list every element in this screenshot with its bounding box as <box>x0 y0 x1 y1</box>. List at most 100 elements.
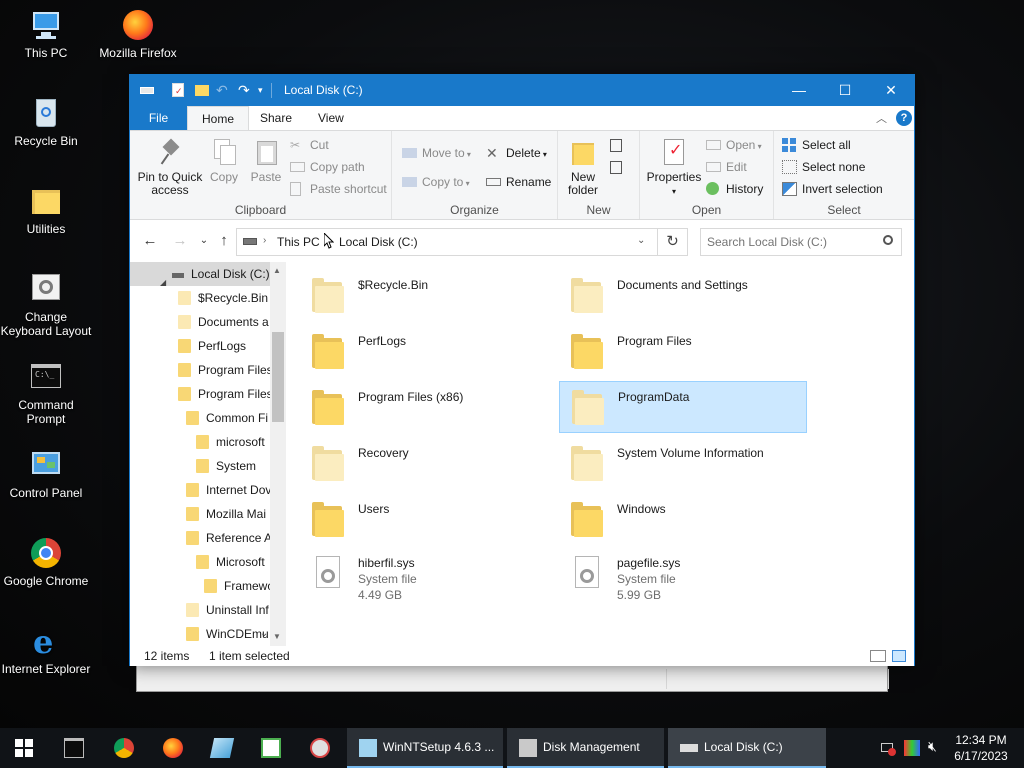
desktop-icon-this-pc[interactable]: This PC <box>0 8 92 60</box>
open-button[interactable]: Open ▾ <box>706 135 762 155</box>
scroll-down-arrow-icon[interactable]: ▼ <box>273 632 281 641</box>
cut-button[interactable]: ✂ Cut <box>290 135 329 155</box>
edit-button[interactable]: Edit <box>706 157 747 177</box>
desktop-icon-command-prompt[interactable]: C:\_ Command Prompt <box>0 360 92 426</box>
new-folder-qat-icon[interactable] <box>194 82 210 98</box>
easy-access-icon[interactable] <box>608 159 630 177</box>
file-tile[interactable]: pagefile.sys System file 5.99 GB <box>559 550 807 602</box>
desktop-icon-label: Google Chrome <box>3 574 89 588</box>
rename-button[interactable]: Rename <box>486 172 551 192</box>
paste-label: Paste <box>250 170 282 184</box>
maximize-button[interactable]: ☐ <box>822 75 868 106</box>
properties-button[interactable]: ✓ Properties ▾ <box>644 137 704 198</box>
taskbar-task[interactable]: WinNTSetup 4.6.3 ... <box>347 728 503 768</box>
file-tile[interactable]: Program Files <box>559 326 807 378</box>
new-folder-button[interactable]: New folder <box>562 137 604 197</box>
nav-scrollbar[interactable]: ▲ ▼ <box>270 262 286 646</box>
clock[interactable]: 12:34 PM 6/17/2023 <box>950 732 1012 764</box>
nav-item-label: Reference A <box>206 531 273 545</box>
folder-icon <box>204 579 217 593</box>
select-none-label: Select none <box>802 160 866 174</box>
history-button[interactable]: History <box>706 179 763 199</box>
minimize-button[interactable]: — <box>776 75 822 106</box>
desktop-icon-google-chrome[interactable]: Google Chrome <box>0 536 92 588</box>
taskbar-command-prompt[interactable] <box>50 728 98 768</box>
search-box[interactable] <box>700 228 902 256</box>
search-input[interactable] <box>707 234 877 250</box>
select-all-icon <box>782 138 797 152</box>
tab-home[interactable]: Home <box>187 106 250 130</box>
paste-shortcut-button[interactable]: Paste shortcut <box>290 179 387 199</box>
file-tile[interactable]: Recovery <box>300 438 548 490</box>
file-tile[interactable]: Windows <box>559 494 807 546</box>
help-icon[interactable]: ? <box>896 110 912 126</box>
taskbar-app-blue[interactable] <box>198 728 246 768</box>
file-tile[interactable]: ProgramData <box>559 381 807 433</box>
paste-shortcut-label: Paste shortcut <box>310 182 387 196</box>
breadcrumb-local-disk[interactable]: Local Disk (C:) <box>339 235 418 249</box>
tab-share[interactable]: Share <box>246 106 306 130</box>
taskbar-task[interactable]: Disk Management <box>507 728 664 768</box>
scroll-down-chevron-icon[interactable]: ⌄ <box>260 622 268 646</box>
address-dropdown-chevron-icon[interactable]: ⌄ <box>637 235 645 246</box>
desktop-icon-change-keyboard-layout[interactable]: Change Keyboard Layout <box>0 272 92 338</box>
nav-scrollbar-thumb[interactable] <box>272 332 284 422</box>
desktop-icon-utilities[interactable]: Utilities <box>0 184 92 236</box>
desktop-icon-firefox[interactable]: Mozilla Firefox <box>92 8 184 60</box>
select-none-button[interactable]: Select none <box>782 157 865 177</box>
properties-qat-icon[interactable]: ✓ <box>170 82 186 98</box>
address-bar[interactable]: › This PC › Local Disk (C:) ⌄ <box>236 228 658 256</box>
taskbar-firefox[interactable] <box>149 728 197 768</box>
volume-muted-icon[interactable]: 🔇︎ <box>928 738 937 755</box>
forward-arrow-icon[interactable]: → <box>170 231 190 251</box>
tiles-view-icon[interactable] <box>892 650 906 662</box>
start-button[interactable] <box>0 728 48 768</box>
new-item-icon[interactable] <box>608 137 630 155</box>
file-tile[interactable]: hiberfil.sys System file 4.49 GB <box>300 550 548 602</box>
select-all-button[interactable]: Select all <box>782 135 851 155</box>
up-arrow-icon[interactable]: ↑ <box>214 231 234 251</box>
tab-file[interactable]: File <box>130 106 187 130</box>
taskbar-app-green[interactable] <box>247 728 295 768</box>
folder-icon <box>178 363 191 377</box>
copy-path-button[interactable]: Copy path <box>290 157 365 177</box>
invert-selection-button[interactable]: Invert selection <box>782 179 883 199</box>
close-button[interactable]: ✕ <box>868 75 914 106</box>
taskbar-app-disk[interactable] <box>296 728 344 768</box>
delete-button[interactable]: ✕ Delete ▾ <box>486 143 547 163</box>
desktop-icon-internet-explorer[interactable]: e Internet Explorer <box>0 624 92 676</box>
paste-button[interactable]: Paste <box>246 137 286 184</box>
desktop-icon-control-panel[interactable]: Control Panel <box>0 448 92 500</box>
file-tile[interactable]: Documents and Settings <box>559 270 807 322</box>
copy-button[interactable]: Copy <box>204 137 244 184</box>
recent-locations-chevron-icon[interactable]: ⌄ <box>194 231 214 251</box>
file-tile[interactable]: Program Files (x86) <box>300 382 548 434</box>
collapse-ribbon-chevron-icon[interactable]: ︿ <box>876 110 887 126</box>
move-to-button[interactable]: Move to ▾ <box>402 143 471 163</box>
tab-view[interactable]: View <box>304 106 358 130</box>
taskbar-chrome[interactable] <box>100 728 148 768</box>
network-error-icon[interactable] <box>880 740 896 756</box>
breadcrumb-this-pc[interactable]: This PC <box>277 235 320 249</box>
desktop-icon-recycle-bin[interactable]: Recycle Bin <box>0 96 92 148</box>
back-arrow-icon[interactable]: ← <box>140 231 160 251</box>
folder-icon <box>178 339 191 353</box>
taskbar-task[interactable]: Local Disk (C:) <box>668 728 826 768</box>
file-tile[interactable]: System Volume Information <box>559 438 807 490</box>
redo-icon[interactable]: ↷ <box>238 82 254 98</box>
refresh-button[interactable]: ↻ <box>658 228 688 256</box>
pin-to-quick-access-button[interactable]: Pin to Quick access <box>136 137 204 197</box>
file-tile[interactable]: PerfLogs <box>300 326 548 378</box>
expand-chevron-icon[interactable]: ◢ <box>160 271 166 295</box>
nav-item-local-disk[interactable]: ◢ Local Disk (C:) <box>130 262 270 287</box>
desktop-icon-label: Control Panel <box>9 486 83 500</box>
copy-label: Copy <box>209 170 238 184</box>
display-settings-icon[interactable] <box>904 740 920 756</box>
copy-to-button[interactable]: Copy to ▾ <box>402 172 470 192</box>
file-tile[interactable]: Users <box>300 494 548 546</box>
undo-icon[interactable]: ↶ <box>216 82 232 98</box>
scroll-up-arrow-icon[interactable]: ▲ <box>273 266 281 275</box>
details-view-icon[interactable] <box>870 650 886 662</box>
file-tile[interactable]: $Recycle.Bin <box>300 270 548 322</box>
title-bar[interactable]: ✓ ↶ ↷ ▾ Local Disk (C:) — ☐ ✕ <box>130 75 914 106</box>
